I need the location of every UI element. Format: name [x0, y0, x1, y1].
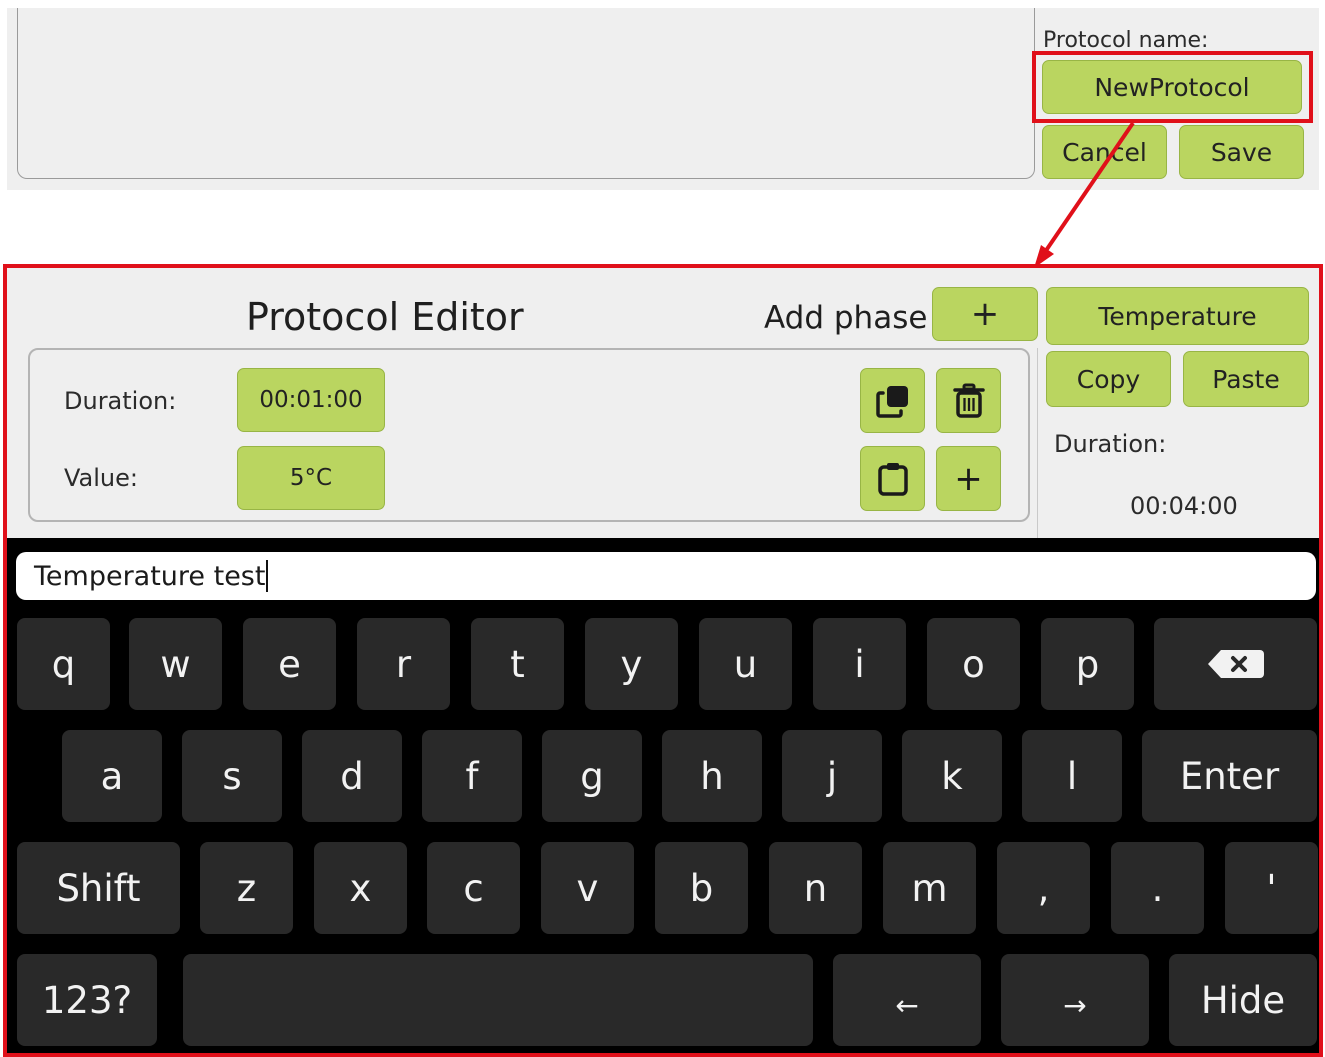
add-phase-label: Add phase [764, 300, 928, 336]
key-w[interactable]: w [129, 618, 222, 710]
key-e[interactable]: e [243, 618, 336, 710]
editor-title: Protocol Editor [246, 295, 524, 339]
key-apostrophe[interactable]: ' [1225, 842, 1318, 934]
protocol-name-button[interactable]: NewProtocol [1042, 60, 1302, 114]
add-phase-button[interactable]: + [932, 287, 1038, 341]
backspace-key[interactable] [1154, 618, 1317, 710]
key-h[interactable]: h [662, 730, 762, 822]
key-o[interactable]: o [927, 618, 1020, 710]
key-v[interactable]: v [541, 842, 634, 934]
key-f[interactable]: f [422, 730, 522, 822]
key-j[interactable]: j [782, 730, 882, 822]
right-arrow-key[interactable]: → [1001, 954, 1149, 1046]
key-s[interactable]: s [182, 730, 282, 822]
left-arrow-key[interactable]: ← [833, 954, 981, 1046]
key-z[interactable]: z [200, 842, 293, 934]
keyboard-text-input[interactable]: Temperature test [16, 552, 1316, 600]
paste-phase-button[interactable] [860, 446, 925, 511]
key-comma[interactable]: , [997, 842, 1090, 934]
delete-phase-button[interactable] [936, 368, 1001, 433]
key-b[interactable]: b [655, 842, 748, 934]
key-m[interactable]: m [883, 842, 976, 934]
protocol-list-area [17, 8, 1035, 179]
key-r[interactable]: r [357, 618, 450, 710]
numbers-key[interactable]: 123? [17, 954, 157, 1046]
plus-icon: + [954, 458, 983, 499]
key-q[interactable]: q [17, 618, 110, 710]
total-duration-value: 00:04:00 [1130, 492, 1238, 520]
hide-key[interactable]: Hide [1169, 954, 1317, 1046]
key-u[interactable]: u [699, 618, 792, 710]
phase-value-field[interactable]: 5°C [237, 446, 385, 510]
copy-button[interactable]: Copy [1046, 351, 1171, 407]
protocol-panel: Protocol name: NewProtocol Cancel Save [7, 8, 1319, 190]
cancel-button[interactable]: Cancel [1042, 125, 1167, 179]
insert-phase-button[interactable]: + [936, 446, 1001, 511]
key-g[interactable]: g [542, 730, 642, 822]
key-t[interactable]: t [471, 618, 564, 710]
on-screen-keyboard: Temperature test q w e r t y u i o p a s d f g h j k l Ente… [7, 538, 1319, 1053]
keyboard-input-text: Temperature test [34, 560, 266, 592]
key-c[interactable]: c [427, 842, 520, 934]
key-k[interactable]: k [902, 730, 1002, 822]
key-d[interactable]: d [302, 730, 402, 822]
shift-key[interactable]: Shift [17, 842, 180, 934]
key-l[interactable]: l [1022, 730, 1122, 822]
enter-key[interactable]: Enter [1142, 730, 1317, 822]
key-a[interactable]: a [62, 730, 162, 822]
key-p[interactable]: p [1041, 618, 1134, 710]
key-x[interactable]: x [314, 842, 407, 934]
clipboard-icon [877, 462, 908, 496]
phase-value-label: Value: [64, 464, 138, 492]
phase-type-button[interactable]: Temperature [1046, 287, 1309, 345]
space-key[interactable] [183, 954, 813, 1046]
key-period[interactable]: . [1111, 842, 1204, 934]
key-n[interactable]: n [769, 842, 862, 934]
phase-card: Duration: 00:01:00 Value: 5°C + [28, 348, 1030, 522]
text-caret [266, 560, 269, 592]
phase-duration-field[interactable]: 00:01:00 [237, 368, 385, 432]
protocol-name-label: Protocol name: [1043, 28, 1209, 53]
duplicate-phase-button[interactable] [860, 368, 925, 433]
save-button[interactable]: Save [1179, 125, 1304, 179]
key-i[interactable]: i [813, 618, 906, 710]
protocol-editor: Protocol Editor Add phase + Temperature … [3, 264, 1323, 1057]
divider [1037, 348, 1038, 538]
trash-icon [952, 383, 985, 418]
phase-duration-label: Duration: [64, 387, 177, 415]
key-y[interactable]: y [585, 618, 678, 710]
paste-button[interactable]: Paste [1183, 351, 1309, 407]
backspace-icon [1207, 650, 1264, 678]
total-duration-label: Duration: [1054, 430, 1167, 458]
duplicate-icon [875, 385, 908, 418]
